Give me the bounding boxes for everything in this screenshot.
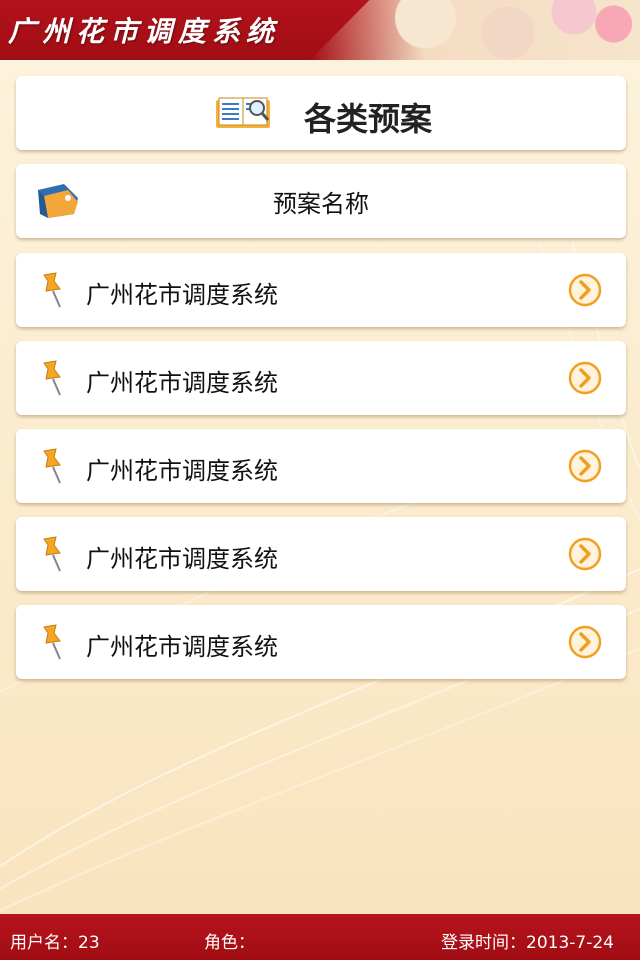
pushpin-icon [43,448,61,484]
list-item[interactable]: 广州花市调度系统 [16,429,626,503]
book-magnifier-icon [216,97,270,128]
pushpin-icon [43,360,61,396]
header-flower-decoration [310,0,640,60]
chevron-right-icon[interactable] [568,273,602,307]
list-item-label: 广州花市调度系统 [86,457,278,485]
chevron-right-icon[interactable] [568,537,602,571]
plan-name-title: 预案名称 [273,190,369,218]
pushpin-icon [43,624,61,660]
app-header: 广州花市调度系统 [0,0,640,60]
category-plans-header: 各类预案 [16,76,626,150]
chevron-right-icon[interactable] [568,361,602,395]
pushpin-icon [43,272,61,308]
chevron-right-icon[interactable] [568,449,602,483]
login-time-label: 登录时间：2013-7-24 [441,933,614,953]
list-item-label: 广州花市调度系统 [86,545,278,573]
list-item-label: 广州花市调度系统 [86,369,278,397]
app-title: 广州花市调度系统 [8,15,281,48]
list-item-label: 广州花市调度系统 [86,633,278,661]
list-item[interactable]: 广州花市调度系统 [16,517,626,591]
list-item[interactable]: 广州花市调度系统 [16,605,626,679]
username-label: 用户名：23 [10,933,100,953]
list-item-label: 广州花市调度系统 [86,281,278,309]
pushpin-icon [43,536,61,572]
category-plans-title: 各类预案 [304,100,433,138]
list-item[interactable]: 广州花市调度系统 [16,253,626,327]
list-item[interactable]: 广州花市调度系统 [16,341,626,415]
status-footer: 用户名：23 角色： 登录时间：2013-7-24 [0,914,640,960]
chevron-right-icon[interactable] [568,625,602,659]
plan-name-header: 预案名称 [16,164,626,238]
role-label: 角色： [204,933,255,953]
